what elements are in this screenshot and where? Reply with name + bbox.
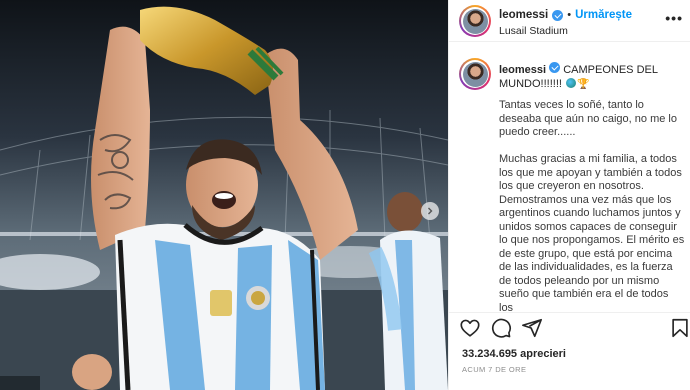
comment-icon [491,318,511,338]
likes-count[interactable]: 33.234.695 aprecieri [462,348,566,360]
location-link[interactable]: Lusail Stadium [499,25,568,37]
separator-dot: • [567,9,572,21]
caption-paragraph: Tantas veces lo soñé, tanto lo deseaba q… [499,99,677,138]
bookmark-icon [672,318,688,338]
verified-badge-icon [549,62,561,73]
caption-paragraph: Muchas gracias a mi familia, a todos los… [499,153,685,311]
caption-section: leomessi CAMPEONES DEL MUNDO!!!!!!! 🏆 Ta… [449,43,690,311]
comment-button[interactable] [490,317,512,339]
next-image-button[interactable] [421,202,439,220]
avatar[interactable] [459,5,491,37]
verified-badge-icon [552,9,564,21]
caption-headline-row: leomessi CAMPEONES DEL MUNDO!!!!!!! 🏆 [499,62,685,91]
more-options-button[interactable]: ••• [665,11,683,25]
chevron-right-icon [428,207,433,215]
share-icon [522,318,542,338]
post-header: leomessi • Urmărește Lusail Stadium ••• [449,0,690,42]
globe-emoji-icon [566,77,577,88]
save-button[interactable] [669,317,690,339]
username-link[interactable]: leomessi [499,9,548,21]
trophy-emoji-icon: 🏆 [577,78,590,90]
heart-icon [460,319,480,337]
share-button[interactable] [521,317,543,339]
follow-button[interactable]: Urmărește [575,9,632,21]
caption-avatar[interactable] [459,58,491,90]
caption-username-link[interactable]: leomessi [499,64,546,76]
action-bar [449,312,690,342]
like-button[interactable] [459,317,481,339]
header-user-row: leomessi • Urmărește [499,9,632,21]
caption-body: Tantas veces lo soñé, tanto lo deseaba q… [499,99,685,311]
photo-image [0,0,448,390]
post-sidebar: leomessi • Urmărește Lusail Stadium ••• … [448,0,690,390]
post-photo[interactable] [0,0,448,390]
post-timestamp[interactable]: ACUM 7 DE ORE [462,365,526,374]
